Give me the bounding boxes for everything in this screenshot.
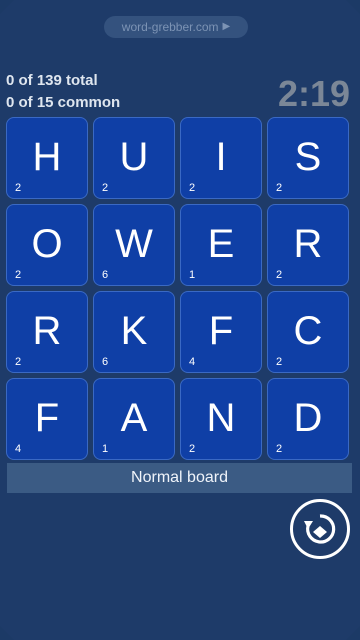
tile-points: 2	[276, 182, 283, 194]
tile-letter: W	[115, 222, 153, 266]
letter-tile[interactable]: F4	[180, 291, 262, 373]
common-words-count: 0 of 15 common	[6, 94, 121, 111]
tile-points: 1	[189, 269, 196, 281]
tile-letter: I	[215, 135, 227, 179]
tile-points: 2	[15, 182, 22, 194]
tile-points: 4	[15, 443, 22, 455]
play-arrow-icon: ▶	[222, 21, 231, 32]
tile-points: 1	[102, 443, 109, 455]
tile-points: 4	[189, 356, 196, 368]
tile-letter: D	[293, 396, 323, 440]
tile-points: 2	[276, 443, 283, 455]
tile-points: 2	[15, 356, 22, 368]
site-link[interactable]: word-grebber.com ▶	[104, 16, 248, 38]
site-url: word-grebber.com	[121, 20, 219, 34]
tile-points: 6	[102, 356, 109, 368]
board-type-label[interactable]: Normal board	[7, 463, 352, 493]
letter-tile[interactable]: R2	[6, 291, 88, 373]
tile-letter: U	[119, 135, 149, 179]
letter-tile[interactable]: W6	[93, 204, 175, 286]
letter-tile[interactable]: F4	[6, 378, 88, 460]
letter-tile[interactable]: E1	[180, 204, 262, 286]
tile-letter: A	[120, 396, 148, 440]
tile-letter: K	[120, 309, 148, 353]
game-screen: word-grebber.com ▶ 0 of 139 total 0 of 1…	[0, 0, 360, 640]
letter-tile[interactable]: C2	[267, 291, 349, 373]
letter-tile[interactable]: O2	[6, 204, 88, 286]
tile-letter: R	[293, 222, 323, 266]
rotate-board-icon	[304, 514, 336, 544]
tile-points: 2	[102, 182, 109, 194]
word-counts: 0 of 139 total 0 of 15 common	[6, 70, 120, 114]
countdown-timer: 2:19	[277, 73, 350, 114]
letter-tile[interactable]: H2	[6, 117, 88, 199]
letter-tile[interactable]: A1	[93, 378, 175, 460]
letter-tile[interactable]: D2	[267, 378, 349, 460]
rotate-board-button[interactable]	[290, 499, 350, 559]
tile-points: 2	[276, 356, 283, 368]
tile-letter: E	[207, 222, 235, 266]
tile-letter: O	[31, 222, 63, 266]
letter-board: H2 U2 I2 S2 O2 W6 E1 R2 R2 K6 F4 C2 F4 A…	[6, 117, 351, 460]
letter-tile[interactable]: N2	[180, 378, 262, 460]
tile-letter: F	[208, 309, 234, 353]
tile-points: 2	[276, 269, 283, 281]
letter-tile[interactable]: R2	[267, 204, 349, 286]
tile-letter: C	[293, 309, 323, 353]
tile-letter: R	[32, 309, 62, 353]
letter-tile[interactable]: U2	[93, 117, 175, 199]
letter-tile[interactable]: S2	[267, 117, 349, 199]
tile-letter: F	[34, 396, 60, 440]
letter-tile[interactable]: I2	[180, 117, 262, 199]
tile-letter: N	[206, 396, 236, 440]
total-words-count: 0 of 139 total	[6, 72, 98, 89]
tile-letter: H	[32, 135, 62, 179]
tile-points: 2	[15, 269, 22, 281]
tile-points: 2	[189, 182, 196, 194]
letter-tile[interactable]: K6	[93, 291, 175, 373]
tile-letter: S	[294, 135, 322, 179]
tile-points: 6	[102, 269, 109, 281]
tile-points: 2	[189, 443, 196, 455]
